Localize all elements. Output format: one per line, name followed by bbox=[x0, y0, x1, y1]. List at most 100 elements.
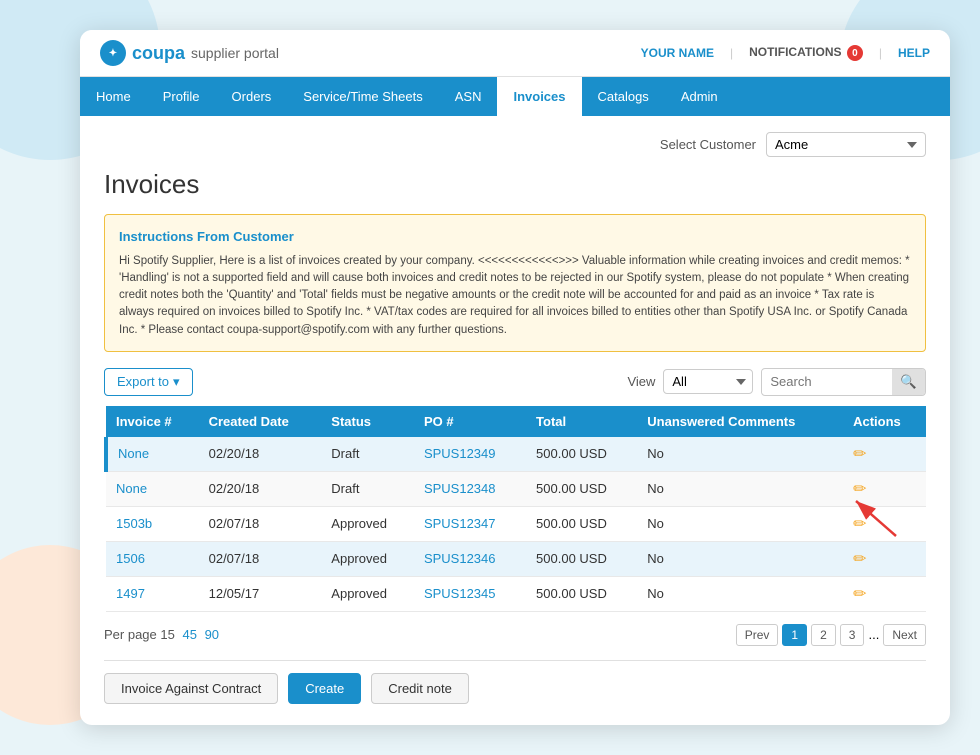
cell-actions: ✏ bbox=[843, 541, 926, 576]
edit-icon[interactable]: ✏ bbox=[853, 586, 866, 603]
table-row: None 02/20/18 Draft SPUS12348 500.00 USD… bbox=[106, 471, 926, 506]
cell-po: SPUS12345 bbox=[414, 576, 526, 611]
instructions-text: Hi Spotify Supplier, Here is a list of i… bbox=[119, 253, 911, 339]
table-row: 1503b 02/07/18 Approved SPUS12347 500.00… bbox=[106, 506, 926, 541]
navigation: Home Profile Orders Service/Time Sheets … bbox=[80, 77, 950, 116]
export-button[interactable]: Export to ▾ bbox=[104, 368, 193, 396]
prev-button[interactable]: Prev bbox=[736, 624, 779, 646]
cell-po: SPUS12346 bbox=[414, 541, 526, 576]
logo-coupa-text: coupa bbox=[132, 43, 185, 64]
customer-select-row: Select Customer Acme Other bbox=[104, 132, 926, 157]
customer-select-dropdown[interactable]: Acme Other bbox=[766, 132, 926, 157]
help-link[interactable]: HELP bbox=[898, 46, 930, 60]
col-total: Total bbox=[526, 406, 637, 437]
nav-home[interactable]: Home bbox=[80, 77, 147, 116]
content-area: Select Customer Acme Other Invoices Inst… bbox=[80, 116, 950, 725]
header: ✦ coupa supplier portal YOUR NAME | NOTI… bbox=[80, 30, 950, 77]
view-select[interactable]: All Draft Approved Pending bbox=[663, 369, 753, 394]
nav-admin[interactable]: Admin bbox=[665, 77, 734, 116]
cell-actions: ✏ bbox=[843, 506, 926, 541]
edit-icon[interactable]: ✏ bbox=[853, 481, 866, 498]
credit-note-button[interactable]: Credit note bbox=[371, 673, 469, 704]
notifications-label: NOTIFICATIONS 0 bbox=[749, 45, 863, 62]
cell-date: 02/07/18 bbox=[199, 506, 322, 541]
create-button[interactable]: Create bbox=[288, 673, 361, 704]
cell-status: Approved bbox=[321, 506, 414, 541]
nav-service-time-sheets[interactable]: Service/Time Sheets bbox=[287, 77, 438, 116]
search-icon: 🔍 bbox=[900, 374, 917, 389]
per-page-90[interactable]: 90 bbox=[205, 627, 219, 642]
search-button[interactable]: 🔍 bbox=[892, 369, 925, 395]
edit-icon[interactable]: ✏ bbox=[853, 551, 866, 568]
nav-catalogs[interactable]: Catalogs bbox=[582, 77, 665, 116]
po-link[interactable]: SPUS12349 bbox=[424, 446, 496, 461]
logo-subtitle: supplier portal bbox=[191, 45, 279, 61]
bottom-actions: Invoice Against Contract Create Credit n… bbox=[104, 660, 926, 704]
cell-comments: No bbox=[637, 471, 843, 506]
invoice-link[interactable]: None bbox=[118, 446, 149, 461]
cell-status: Draft bbox=[321, 471, 414, 506]
cell-status: Approved bbox=[321, 576, 414, 611]
cell-invoice: 1506 bbox=[106, 541, 199, 576]
cell-total: 500.00 USD bbox=[526, 506, 637, 541]
cell-invoice: None bbox=[106, 471, 199, 506]
invoice-link[interactable]: 1506 bbox=[116, 551, 145, 566]
cell-actions: ✏ bbox=[843, 437, 926, 472]
po-link[interactable]: SPUS12346 bbox=[424, 551, 496, 566]
invoice-link[interactable]: 1497 bbox=[116, 586, 145, 601]
cell-date: 02/07/18 bbox=[199, 541, 322, 576]
nav-invoices[interactable]: Invoices bbox=[497, 77, 581, 116]
separator-1: | bbox=[730, 46, 733, 60]
logo: ✦ coupa supplier portal bbox=[100, 40, 279, 66]
separator-2: | bbox=[879, 46, 882, 60]
table-row: 1506 02/07/18 Approved SPUS12346 500.00 … bbox=[106, 541, 926, 576]
col-actions: Actions bbox=[843, 406, 926, 437]
page-1-button[interactable]: 1 bbox=[782, 624, 807, 646]
col-status: Status bbox=[321, 406, 414, 437]
cell-total: 500.00 USD bbox=[526, 576, 637, 611]
po-link[interactable]: SPUS12348 bbox=[424, 481, 496, 496]
cell-date: 02/20/18 bbox=[199, 471, 322, 506]
table-row: None 02/20/18 Draft SPUS12349 500.00 USD… bbox=[106, 437, 926, 472]
user-name[interactable]: YOUR NAME bbox=[641, 46, 714, 60]
pager: Prev 1 2 3 ... Next bbox=[736, 624, 926, 646]
export-label: Export to bbox=[117, 374, 169, 389]
page-3-button[interactable]: 3 bbox=[840, 624, 865, 646]
nav-orders[interactable]: Orders bbox=[216, 77, 288, 116]
nav-asn[interactable]: ASN bbox=[439, 77, 498, 116]
per-page-label: Per page bbox=[104, 627, 157, 642]
po-link[interactable]: SPUS12347 bbox=[424, 516, 496, 531]
header-right: YOUR NAME | NOTIFICATIONS 0 | HELP bbox=[641, 45, 930, 62]
cell-status: Draft bbox=[321, 437, 414, 472]
export-chevron-icon: ▾ bbox=[173, 374, 180, 390]
cell-comments: No bbox=[637, 576, 843, 611]
col-po: PO # bbox=[414, 406, 526, 437]
cell-total: 500.00 USD bbox=[526, 541, 637, 576]
per-page-45[interactable]: 45 bbox=[182, 627, 196, 642]
per-page: Per page 15 45 90 bbox=[104, 627, 219, 642]
invoice-link[interactable]: None bbox=[116, 481, 147, 496]
invoice-link[interactable]: 1503b bbox=[116, 516, 152, 531]
toolbar-row: Export to ▾ View All Draft Approved Pend… bbox=[104, 368, 926, 396]
edit-icon[interactable]: ✏ bbox=[853, 446, 866, 463]
pagination-row: Per page 15 45 90 Prev 1 2 3 ... Next bbox=[104, 624, 926, 646]
page-2-button[interactable]: 2 bbox=[811, 624, 836, 646]
col-invoice: Invoice # bbox=[106, 406, 199, 437]
view-label: View bbox=[627, 374, 655, 389]
search-input[interactable] bbox=[762, 370, 892, 393]
next-button[interactable]: Next bbox=[883, 624, 926, 646]
cell-actions: ✏ bbox=[843, 576, 926, 611]
cell-po: SPUS12348 bbox=[414, 471, 526, 506]
table-header-row: Invoice # Created Date Status PO # Total… bbox=[106, 406, 926, 437]
edit-icon[interactable]: ✏ bbox=[853, 516, 866, 533]
per-page-current: 15 bbox=[160, 627, 178, 642]
cell-actions: ✏ bbox=[843, 471, 926, 506]
cell-comments: No bbox=[637, 506, 843, 541]
cell-comments: No bbox=[637, 541, 843, 576]
cell-status: Approved bbox=[321, 541, 414, 576]
col-created-date: Created Date bbox=[199, 406, 322, 437]
invoice-against-contract-button[interactable]: Invoice Against Contract bbox=[104, 673, 278, 704]
po-link[interactable]: SPUS12345 bbox=[424, 586, 496, 601]
nav-profile[interactable]: Profile bbox=[147, 77, 216, 116]
invoice-table: Invoice # Created Date Status PO # Total… bbox=[104, 406, 926, 612]
